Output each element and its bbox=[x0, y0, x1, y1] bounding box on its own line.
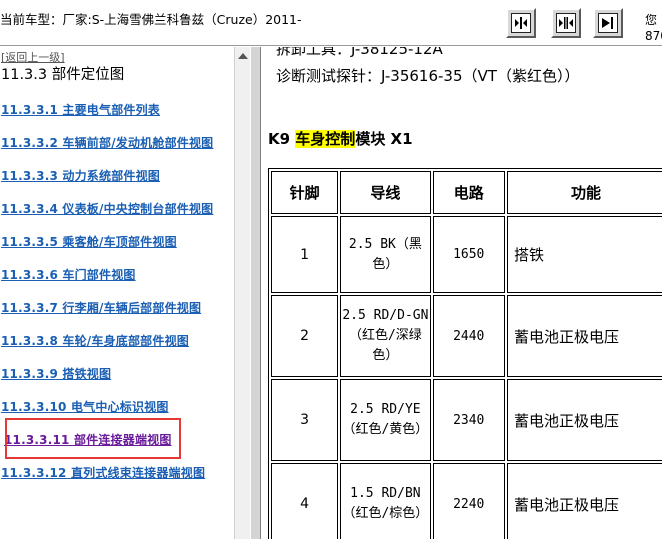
header-function: 功能 bbox=[506, 171, 662, 214]
section-title-highlight: 车身控制 bbox=[295, 130, 356, 148]
cell-wire: 2.5 RD/YE（红色/黄色） bbox=[340, 379, 431, 461]
last-page-button[interactable] bbox=[593, 8, 623, 38]
content-panel: 拆卸工具：J-38125-12A 诊断测试探针：J-35616-35（VT（紫红… bbox=[262, 47, 662, 539]
table-row: 3 2.5 RD/YE（红色/黄色） 2340 蓄电池正极电压 bbox=[271, 379, 662, 461]
top-bar: 当前车型：厂家:S-上海雪佛兰科鲁兹（Cruze）2011- 您 87 bbox=[0, 0, 662, 46]
cell-circuit: 2440 bbox=[432, 295, 505, 377]
first-page-icon bbox=[511, 13, 531, 33]
header-circuit: 电路 bbox=[432, 171, 505, 214]
nav-item-dashboard-view[interactable]: 11.3.3.4 仪表板/中央控制台部件视图 bbox=[1, 200, 213, 217]
cell-function: 蓄电池正极电压 bbox=[506, 295, 662, 377]
last-page-icon bbox=[598, 13, 618, 33]
nav-panel: [返回上一级] 11.3.3 部件定位图 11.3.3.1 主要电气部件列表 1… bbox=[0, 47, 234, 539]
nav-item-main-parts-list[interactable]: 11.3.3.1 主要电气部件列表 bbox=[1, 101, 160, 118]
section-title-prefix: K9 bbox=[268, 130, 296, 148]
cell-wire: 2.5 RD/D-GN（红色/深绿色） bbox=[340, 295, 431, 377]
cell-circuit: 2240 bbox=[432, 463, 505, 539]
pin-table: 针脚 导线 电路 功能 1 2.5 BK（黑色） 1650 搭铁 2 2.5 R… bbox=[268, 168, 662, 539]
table-row: 2 2.5 RD/D-GN（红色/深绿色） 2440 蓄电池正极电压 bbox=[271, 295, 662, 377]
nav-item-cabin-roof-view[interactable]: 11.3.3.5 乘客舱/车顶部件视图 bbox=[1, 233, 177, 250]
nav-item-door-view[interactable]: 11.3.3.6 车门部件视图 bbox=[1, 266, 136, 283]
scroll-up-icon[interactable] bbox=[238, 53, 248, 59]
table-row: 4 1.5 RD/BN（红色/棕色） 2240 蓄电池正极电压 bbox=[271, 463, 662, 539]
section-title-suffix: 模块 X1 bbox=[355, 130, 413, 148]
nav-heading: 11.3.3 部件定位图 bbox=[1, 67, 125, 83]
probe-text: 诊断测试探针：J-35616-35（VT（紫红色）） bbox=[276, 67, 580, 85]
nav-item-powertrain-view[interactable]: 11.3.3.3 动力系统部件视图 bbox=[1, 167, 160, 184]
cell-pin: 2 bbox=[271, 295, 339, 377]
header-pin: 针脚 bbox=[271, 171, 339, 214]
nav-scrollbar[interactable] bbox=[234, 47, 250, 539]
cell-circuit: 1650 bbox=[432, 216, 505, 293]
cell-function: 蓄电池正极电压 bbox=[506, 379, 662, 461]
cell-pin: 4 bbox=[271, 463, 339, 539]
topbar-right-text-2: 870 bbox=[645, 29, 662, 43]
nav-item-trunk-rear-view[interactable]: 11.3.3.7 行李厢/车辆后部部件视图 bbox=[1, 299, 201, 316]
header-wire: 导线 bbox=[340, 171, 431, 214]
nav-item-inline-harness-view[interactable]: 11.3.3.12 直列式线束连接器端视图 bbox=[1, 464, 205, 481]
split-view-button[interactable] bbox=[551, 8, 581, 38]
selection-highlight-box bbox=[5, 418, 181, 459]
panel-splitter[interactable] bbox=[250, 47, 261, 539]
cell-function: 蓄电池正极电压 bbox=[506, 463, 662, 539]
cell-pin: 3 bbox=[271, 379, 339, 461]
topbar-right-text-1: 您 bbox=[645, 13, 658, 27]
nav-item-ground-view[interactable]: 11.3.3.9 搭铁视图 bbox=[1, 365, 111, 382]
section-title: K9 车身控制模块 X1 bbox=[268, 128, 413, 149]
split-view-icon bbox=[556, 13, 576, 33]
table-row: 1 2.5 BK（黑色） 1650 搭铁 bbox=[271, 216, 662, 293]
removal-tool-line: 拆卸工具：J-38125-12A bbox=[276, 47, 443, 58]
cell-function: 搭铁 bbox=[506, 216, 662, 293]
cell-circuit: 2340 bbox=[432, 379, 505, 461]
first-page-button[interactable] bbox=[506, 8, 536, 38]
nav-item-front-engine-view[interactable]: 11.3.3.2 车辆前部/发动机舱部件视图 bbox=[1, 134, 213, 151]
cell-wire: 2.5 BK（黑色） bbox=[340, 216, 431, 293]
nav-item-electrical-center-view[interactable]: 11.3.3.10 电气中心标识视图 bbox=[1, 398, 169, 415]
topbar-right-info: 您 870 bbox=[645, 12, 662, 44]
vehicle-info: 当前车型：厂家:S-上海雪佛兰科鲁兹（Cruze）2011- bbox=[0, 12, 302, 27]
nav-item-wheel-underbody-view[interactable]: 11.3.3.8 车轮/车身底部部件视图 bbox=[1, 332, 189, 349]
cell-pin: 1 bbox=[271, 216, 339, 293]
cell-wire: 1.5 RD/BN（红色/棕色） bbox=[340, 463, 431, 539]
